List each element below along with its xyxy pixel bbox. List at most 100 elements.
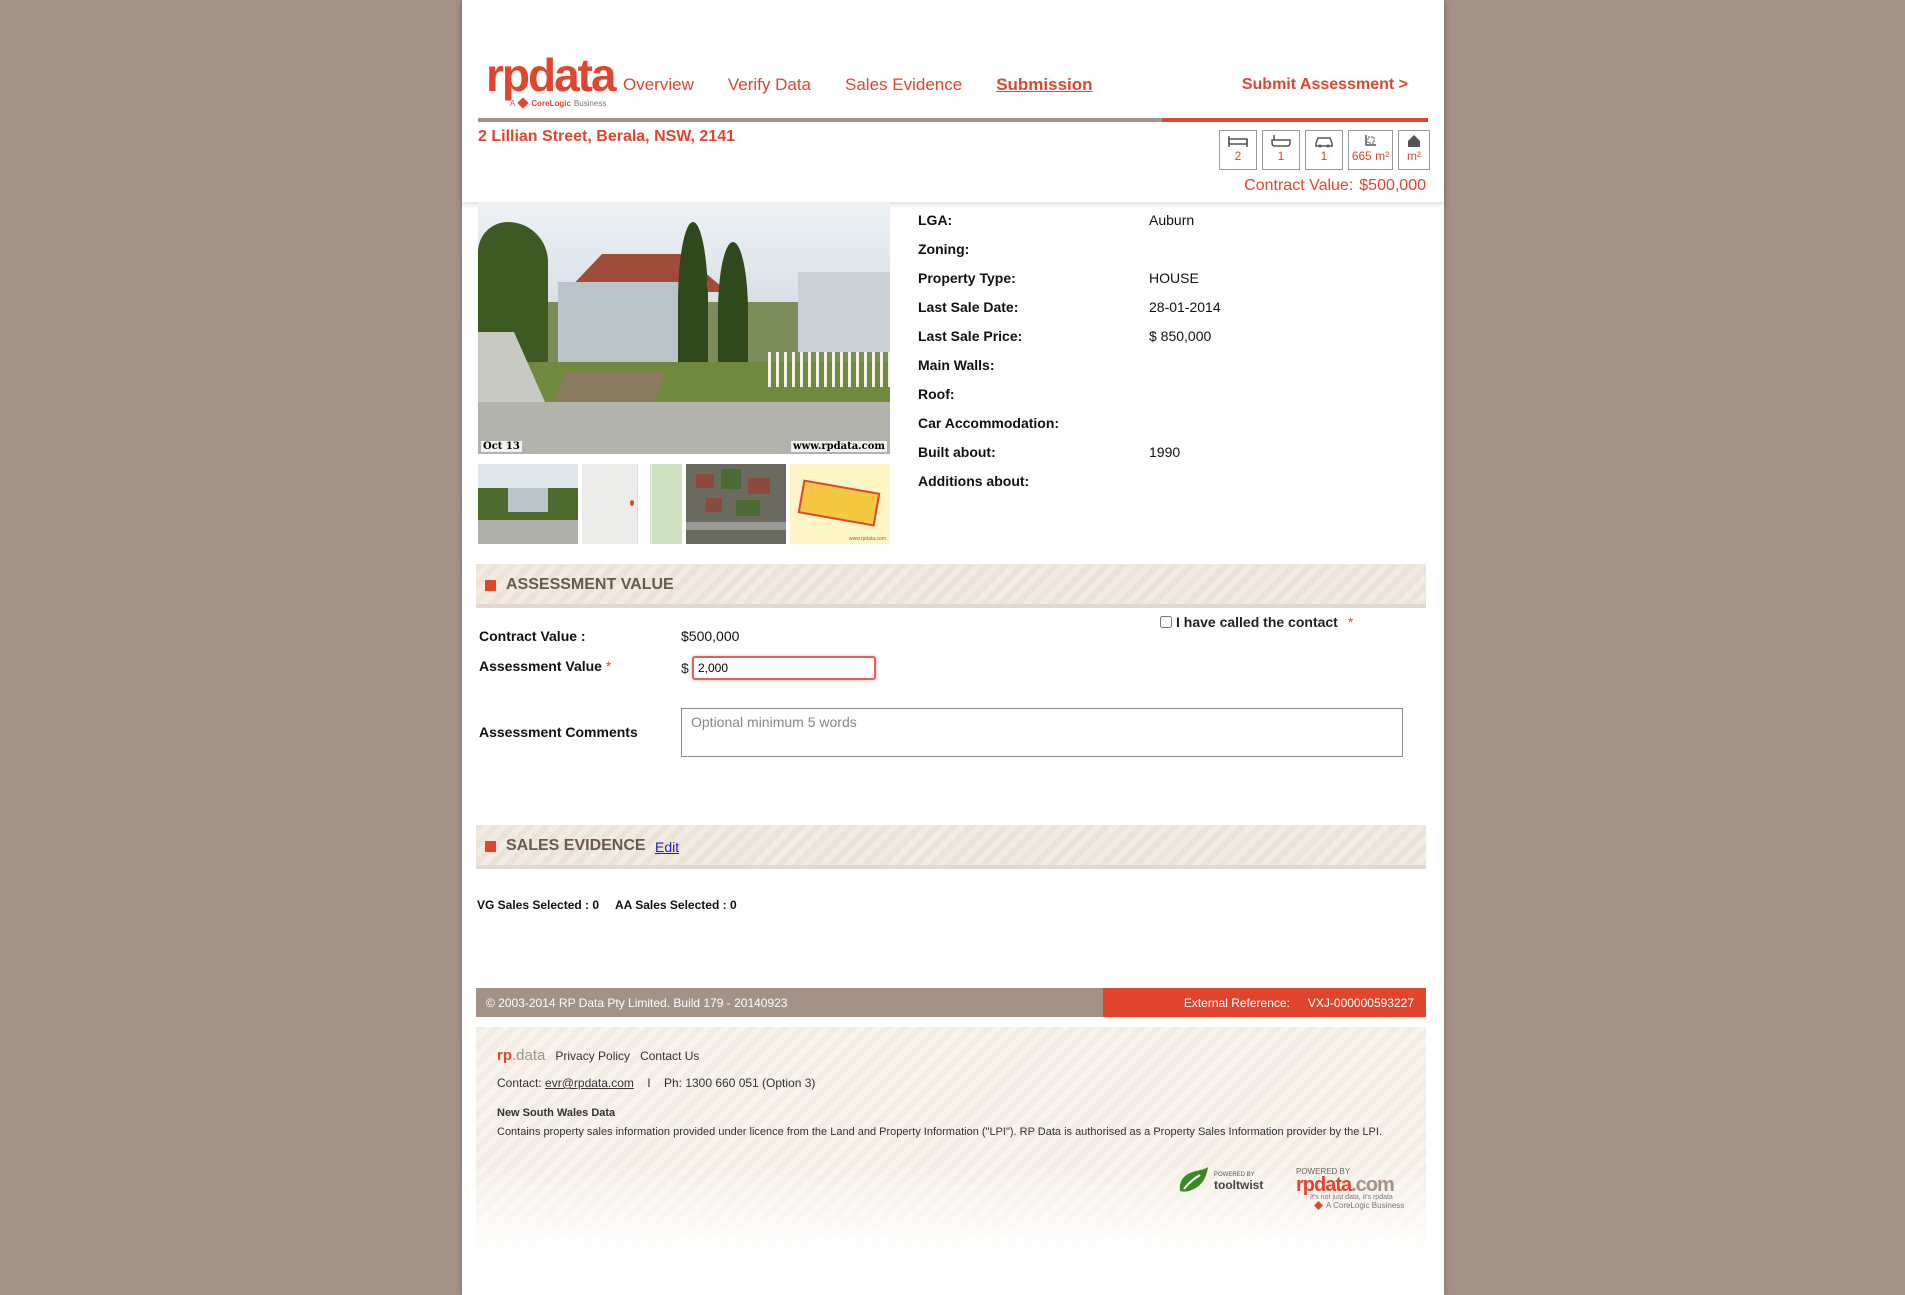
bath-icon bbox=[1271, 135, 1291, 147]
assessment-value-label: Assessment Value * bbox=[479, 658, 611, 674]
logo-sub-prefix: A bbox=[510, 98, 516, 108]
logo-sub-suffix: Business bbox=[573, 98, 607, 108]
external-reference: External Reference: VXJ-000000593227 bbox=[1103, 988, 1426, 1017]
sales-evidence-edit-link[interactable]: Edit bbox=[655, 839, 679, 855]
feature-baths-value: 1 bbox=[1277, 149, 1285, 163]
called-contact-label: I have called the contact bbox=[1176, 614, 1338, 630]
assessment-value-label-text: Assessment Value bbox=[479, 658, 602, 674]
property-photo[interactable]: Oct 13 www.rpdata.com bbox=[478, 202, 890, 454]
progress-fill bbox=[1162, 118, 1428, 122]
feature-land-area-value: 665 m² bbox=[1351, 149, 1390, 163]
called-contact-checkbox-wrap: I have called the contact * bbox=[1160, 614, 1353, 630]
nav-sales-evidence[interactable]: Sales Evidence bbox=[845, 75, 962, 95]
bed-icon bbox=[1228, 136, 1248, 147]
section-marker-icon bbox=[485, 580, 496, 591]
land-area-icon bbox=[1364, 135, 1376, 146]
rp-corelogic: A CoreLogic Business bbox=[1314, 1201, 1404, 1210]
sales-evidence-section-header: SALES EVIDENCE Edit bbox=[476, 825, 1426, 869]
required-mark: * bbox=[605, 658, 612, 674]
contact-us-link[interactable]: Contact Us bbox=[640, 1049, 699, 1063]
tooltwist-powered: POWERED BY bbox=[1214, 1171, 1255, 1178]
feature-cars-value: 1 bbox=[1320, 149, 1328, 163]
detail-row: Main Walls: bbox=[918, 357, 995, 373]
assessment-section-title: ASSESSMENT VALUE bbox=[506, 576, 674, 593]
copyright-text: © 2003-2014 RP Data Pty Limited. Build 1… bbox=[476, 988, 1103, 1017]
sales-evidence-section-title: SALES EVIDENCE bbox=[506, 837, 646, 854]
assessment-value-input[interactable] bbox=[692, 656, 876, 680]
detail-row: Property Type: HOUSE bbox=[918, 270, 1199, 286]
assessment-comments-input[interactable] bbox=[681, 708, 1403, 757]
thumbnail-aerial[interactable] bbox=[686, 464, 786, 544]
rpdata-logo[interactable]: rpdata A CoreLogic Business bbox=[486, 52, 617, 109]
contract-value-amount: $500,000 bbox=[1359, 177, 1426, 194]
detail-row: Last Sale Price: $ 850,000 bbox=[918, 328, 1212, 344]
property-details: LGA: Auburn Zoning: Property Type: HOUSE L… bbox=[918, 212, 1221, 502]
main-nav: Overview Verify Data Sales Evidence Subm… bbox=[623, 75, 1093, 95]
contact-email-link[interactable]: evr@rpdata.com bbox=[545, 1076, 634, 1090]
feature-cars: 1 bbox=[1305, 130, 1343, 170]
detail-row: Roof: bbox=[918, 386, 955, 402]
required-mark: * bbox=[1347, 614, 1354, 630]
submit-assessment-link[interactable]: Submit Assessment > bbox=[1242, 76, 1408, 94]
section-marker-icon bbox=[485, 841, 496, 852]
page-container: rpdata A CoreLogic Business Overview Ver… bbox=[462, 0, 1444, 1295]
header-contract-value: Contract Value: $500,000 bbox=[1238, 177, 1426, 195]
privacy-policy-link[interactable]: Privacy Policy bbox=[555, 1049, 630, 1063]
contact-phone: Ph: 1300 660 051 (Option 3) bbox=[663, 1076, 816, 1090]
progress-bar bbox=[478, 118, 1428, 122]
external-reference-label: External Reference: bbox=[1183, 996, 1290, 1010]
called-contact-checkbox[interactable] bbox=[1160, 616, 1172, 628]
nsw-data-title: New South Wales Data bbox=[497, 1107, 616, 1119]
property-address: 2 Lillian Street, Berala, NSW, 2141 bbox=[478, 128, 735, 145]
photo-watermark: www.rpdata.com bbox=[791, 441, 887, 452]
header: rpdata A CoreLogic Business Overview Ver… bbox=[462, 0, 1444, 202]
feature-beds-value: 2 bbox=[1234, 149, 1242, 163]
contract-value-label: Contract Value: bbox=[1244, 177, 1354, 194]
feature-floor-area-value: m² bbox=[1407, 149, 1421, 163]
currency-symbol: $ bbox=[681, 660, 689, 676]
footer-nav: rp.data Privacy Policy Contact Us bbox=[497, 1047, 699, 1064]
nav-overview[interactable]: Overview bbox=[623, 75, 694, 95]
contact-label: Contact: bbox=[497, 1076, 542, 1090]
tooltwist-logo[interactable]: POWERED BY tooltwist bbox=[1176, 1167, 1263, 1195]
footer-status-bar: © 2003-2014 RP Data Pty Limited. Build 1… bbox=[476, 988, 1426, 1017]
detail-row: Last Sale Date: 28-01-2014 bbox=[918, 299, 1221, 315]
detail-row: Zoning: bbox=[918, 241, 970, 257]
floor-area-icon bbox=[1408, 135, 1420, 147]
photo-thumbnails: www.rpdata.com bbox=[478, 464, 890, 544]
contact-separator: I bbox=[647, 1076, 651, 1090]
footer-rpdata-logo: rp.data bbox=[497, 1047, 546, 1064]
rp-site-logo: rpdata.com bbox=[1296, 1174, 1395, 1196]
car-icon bbox=[1315, 137, 1333, 148]
detail-row: LGA: Auburn bbox=[918, 212, 1195, 228]
aa-sales-selected: AA Sales Selected : 0 bbox=[615, 898, 737, 912]
vg-sales-selected: VG Sales Selected : 0 bbox=[477, 898, 600, 912]
tooltwist-leaf-icon bbox=[1179, 1167, 1208, 1192]
footer-contact: Contact: evr@rpdata.com I Ph: 1300 660 0… bbox=[497, 1076, 815, 1090]
powered-by-rpdata-logo[interactable]: POWERED BY rpdata.com It's not just data… bbox=[1296, 1167, 1404, 1210]
logo-sub-brand: CoreLogic bbox=[531, 98, 571, 108]
feature-floor-area: m² bbox=[1398, 130, 1430, 170]
thumbnail-street-photo[interactable] bbox=[478, 464, 578, 544]
feature-beds: 2 bbox=[1219, 130, 1257, 170]
nav-submission[interactable]: Submission bbox=[996, 75, 1092, 95]
lot-plan-watermark: www.rpdata.com bbox=[849, 536, 886, 542]
nav-verify-data[interactable]: Verify Data bbox=[728, 75, 811, 95]
corelogic-icon bbox=[1314, 1201, 1323, 1210]
feature-land-area: 665 m² bbox=[1348, 130, 1393, 170]
assessment-comments-label: Assessment Comments bbox=[479, 724, 638, 740]
tooltwist-name: tooltwist bbox=[1214, 1177, 1264, 1192]
map-pin-icon bbox=[630, 500, 634, 506]
logo-subtitle: A CoreLogic Business bbox=[510, 97, 615, 109]
thumbnail-lot-plan[interactable]: www.rpdata.com bbox=[790, 464, 890, 544]
property-features: 2 1 1 665 m² m² bbox=[1219, 130, 1430, 170]
detail-row: Built about: 1990 bbox=[918, 444, 1181, 460]
rp-tagline: It's not just data, it's rpdata bbox=[1310, 1194, 1393, 1201]
contract-value-field: $500,000 bbox=[681, 628, 740, 644]
licence-text: Contains property sales information prov… bbox=[497, 1126, 1383, 1138]
assessment-section-header: ASSESSMENT VALUE bbox=[476, 564, 1426, 608]
thumbnail-street-map[interactable] bbox=[582, 464, 682, 544]
footer: rp.data Privacy Policy Contact Us Contac… bbox=[476, 1027, 1426, 1257]
photo-date: Oct 13 bbox=[481, 441, 522, 452]
detail-row: Additions about: bbox=[918, 473, 1030, 489]
